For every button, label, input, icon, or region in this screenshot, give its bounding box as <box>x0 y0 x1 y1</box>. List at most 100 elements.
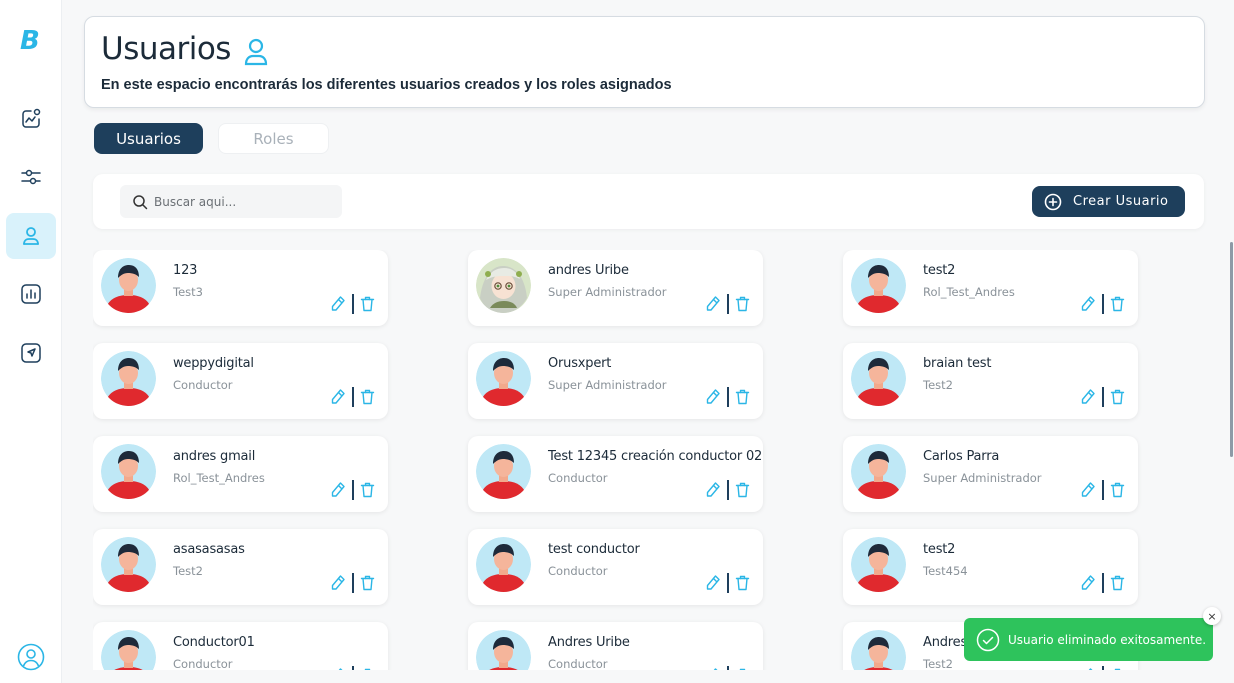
edit-icon[interactable] <box>330 574 346 592</box>
edit-icon[interactable] <box>705 574 721 592</box>
user-card[interactable]: andres gmail Rol_Test_Andres <box>93 436 388 512</box>
user-card[interactable]: Test 12345 creación conductor 02 Conducto… <box>468 436 763 512</box>
search-input[interactable] <box>154 194 334 209</box>
trash-icon[interactable] <box>735 667 750 670</box>
user-name: Andres <box>923 635 968 650</box>
avatar <box>101 351 156 406</box>
toast-close-button[interactable]: × <box>1203 607 1221 625</box>
user-card[interactable]: test2 Test454 <box>843 529 1138 605</box>
create-user-label: Crear Usuario <box>1073 194 1169 209</box>
user-card[interactable]: Andres Uribe Conductor <box>468 622 763 670</box>
edit-icon[interactable] <box>330 481 346 499</box>
user-icon <box>23 227 39 245</box>
sliders-icon <box>21 169 41 185</box>
user-name: Carlos Parra <box>923 449 1000 464</box>
edit-icon[interactable] <box>1080 481 1096 499</box>
user-name: Test 12345 creación conductor 02 <box>548 449 763 464</box>
trash-icon[interactable] <box>1110 481 1125 499</box>
user-name: Orusxpert <box>548 356 612 371</box>
edit-icon[interactable] <box>330 295 346 313</box>
user-role: Rol_Test_Andres <box>173 471 265 485</box>
trash-icon[interactable] <box>735 481 750 499</box>
edit-icon[interactable] <box>705 295 721 313</box>
divider <box>1102 294 1104 314</box>
sidebar-item-users[interactable] <box>6 213 56 259</box>
user-name: andres gmail <box>173 449 256 464</box>
divider <box>352 294 354 314</box>
user-card[interactable]: Orusxpert Super Administrador <box>468 343 763 419</box>
user-role: Test2 <box>923 378 953 392</box>
avatar <box>851 351 906 406</box>
trash-icon[interactable] <box>735 388 750 406</box>
trash-icon[interactable] <box>735 295 750 313</box>
trash-icon[interactable] <box>360 667 375 670</box>
search-icon <box>133 194 148 209</box>
user-card[interactable]: asasasasas Test2 <box>93 529 388 605</box>
tab-roles[interactable]: Roles <box>218 123 329 154</box>
avatar <box>851 537 906 592</box>
avatar <box>851 630 906 670</box>
scrollbar[interactable] <box>1230 242 1233 457</box>
avatar <box>476 444 531 499</box>
user-card[interactable]: Carlos Parra Super Administrador <box>843 436 1138 512</box>
sidebar-item-routes[interactable] <box>6 330 56 376</box>
trash-icon[interactable] <box>1110 295 1125 313</box>
user-circle-icon[interactable] <box>16 642 46 672</box>
success-toast: Usuario eliminado exitosamente. <box>964 618 1213 661</box>
user-name: braian test <box>923 356 992 371</box>
user-card[interactable]: andres Uribe Super Administrador <box>468 250 763 326</box>
tab-usuarios[interactable]: Usuarios <box>94 123 203 154</box>
edit-icon[interactable] <box>1080 295 1096 313</box>
divider <box>727 294 729 314</box>
user-role: Super Administrador <box>548 378 667 392</box>
edit-icon[interactable] <box>705 481 721 499</box>
users-grid: 123 Test3 andres Uribe Super Administrador t… <box>93 250 1193 670</box>
edit-icon[interactable] <box>330 667 346 670</box>
avatar <box>101 630 156 670</box>
toolbar: Crear Usuario <box>93 174 1204 229</box>
edit-icon[interactable] <box>705 388 721 406</box>
user-role: Test454 <box>923 564 968 578</box>
page-title: Usuarios <box>101 31 231 67</box>
user-card[interactable]: test conductor Conductor <box>468 529 763 605</box>
user-role: Rol_Test_Andres <box>923 285 1015 299</box>
divider <box>727 387 729 407</box>
create-user-button[interactable]: Crear Usuario <box>1032 186 1185 217</box>
page-header: Usuarios En este espacio encontrarás los… <box>84 16 1205 108</box>
sidebar-item-settings[interactable] <box>6 154 56 200</box>
divider <box>727 666 729 670</box>
user-card[interactable]: Conductor01 Conductor <box>93 622 388 670</box>
divider <box>727 573 729 593</box>
edit-icon[interactable] <box>1080 667 1096 670</box>
user-card[interactable]: weppydigital Conductor <box>93 343 388 419</box>
trash-icon[interactable] <box>360 388 375 406</box>
trash-icon[interactable] <box>1110 388 1125 406</box>
edit-icon[interactable] <box>1080 574 1096 592</box>
avatar <box>851 258 906 313</box>
user-role: Super Administrador <box>923 471 1042 485</box>
app-logo[interactable]: B <box>20 26 40 56</box>
trash-icon[interactable] <box>735 574 750 592</box>
search-box[interactable] <box>120 185 342 218</box>
user-role: Conductor <box>548 471 608 485</box>
trash-icon[interactable] <box>1110 667 1125 670</box>
avatar <box>101 537 156 592</box>
user-role: Test2 <box>923 657 953 670</box>
avatar <box>101 258 156 313</box>
trash-icon[interactable] <box>1110 574 1125 592</box>
check-circle-icon <box>976 628 1000 651</box>
sidebar-item-analytics[interactable] <box>6 96 56 142</box>
user-role: Conductor <box>548 657 608 670</box>
trash-icon[interactable] <box>360 295 375 313</box>
user-role: Conductor <box>173 378 233 392</box>
edit-icon[interactable] <box>1080 388 1096 406</box>
edit-icon[interactable] <box>330 388 346 406</box>
user-card[interactable]: test2 Rol_Test_Andres <box>843 250 1138 326</box>
trash-icon[interactable] <box>360 574 375 592</box>
sidebar-item-reports[interactable] <box>6 271 56 317</box>
edit-icon[interactable] <box>705 667 721 670</box>
trash-icon[interactable] <box>360 481 375 499</box>
user-card[interactable]: braian test Test2 <box>843 343 1138 419</box>
user-name: test2 <box>923 263 956 278</box>
user-card[interactable]: 123 Test3 <box>93 250 388 326</box>
